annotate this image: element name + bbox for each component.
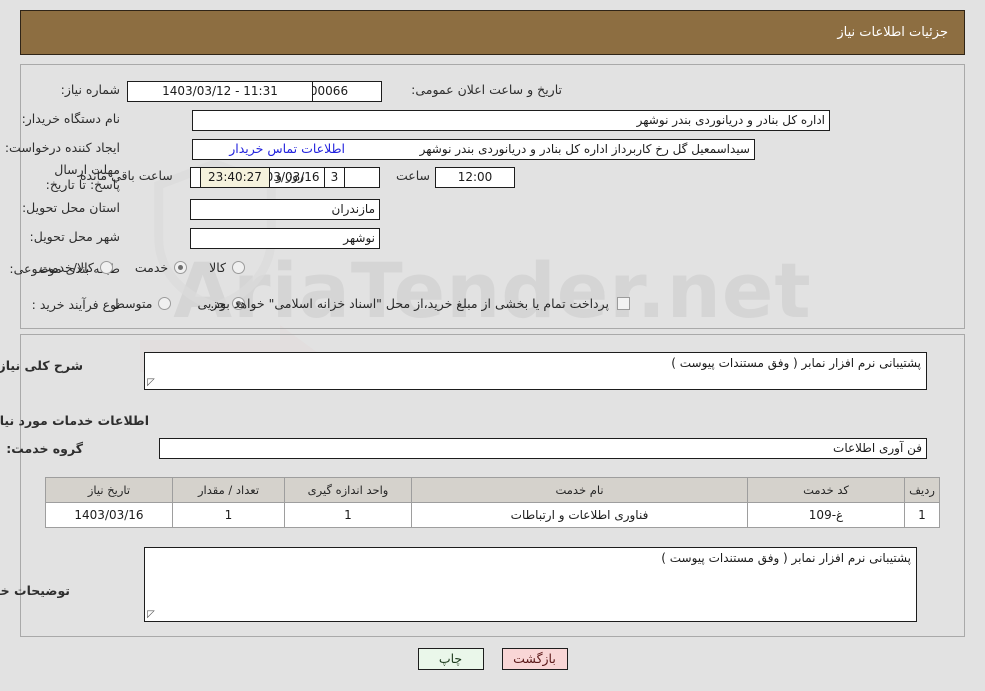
announce-datetime-field-wrap: 1403/03/12 - 11:31 [99,81,313,102]
print-button[interactable]: چاپ [417,648,484,670]
services-table: ردیف کد خدمت نام خدمت واحد اندازه گیری ت… [45,477,940,528]
cell-unit: 1 [284,502,412,528]
announce-datetime-input[interactable]: 1403/03/12 - 11:31 [127,81,313,102]
th-quantity: تعداد / مقدار [172,477,285,503]
table-row: 1 غ-109 فناوری اطلاعات و ارتباطات 1 1 14… [45,502,940,528]
page-root: AriaTender.net جزئیات اطلاعات نیاز شماره… [0,0,985,691]
table-header-row: ردیف کد خدمت نام خدمت واحد اندازه گیری ت… [45,477,940,503]
city-input[interactable]: نوشهر [190,228,380,249]
treasury-text: پرداخت تمام یا بخشی از مبلغ خرید،از محل … [210,296,609,311]
province-input[interactable]: مازندران [190,199,380,220]
category-option-khedmat[interactable]: خدمت [134,260,188,275]
remaining-days-label: روز و [276,168,305,183]
city-label-wrap: شهر محل تحویل: [30,229,120,244]
action-button-bar: بازگشت چاپ [0,648,985,670]
buyer-org-label-wrap: نام دستگاه خریدار: [22,111,120,126]
treasury-checkbox[interactable] [617,297,630,310]
cell-row-no: 1 [904,502,940,528]
deadline-hour-input[interactable]: 12:00 [435,167,515,188]
resize-grip-icon-2[interactable]: ◹ [147,609,157,620]
buyer-org-input[interactable]: اداره کل بنادر و دریانوردی بندر نوشهر [192,110,830,131]
general-desc-value: پشتیبانی نرم افزار نمابر ( وفق مستندات پ… [671,356,921,370]
page-title: جزئیات اطلاعات نیاز [837,25,948,40]
service-group-input[interactable]: فن آوری اطلاعات [159,438,927,459]
radio-kala[interactable] [232,261,245,274]
th-unit: واحد اندازه گیری [284,477,412,503]
general-desc-textarea[interactable]: پشتیبانی نرم افزار نمابر ( وفق مستندات پ… [144,352,927,390]
services-section-title: اطلاعات خدمات مورد نیاز [0,413,149,428]
countdown-label-wrap: ساعت باقي مانده [80,168,173,183]
th-service-code: کد خدمت [747,477,905,503]
province-field-wrap: مازندران [190,199,380,220]
countdown-label: ساعت باقي مانده [80,168,173,183]
announce-datetime-label: تاریخ و ساعت اعلان عمومی: [411,82,562,97]
page-title-bar: جزئیات اطلاعات نیاز [20,10,965,55]
back-button[interactable]: بازگشت [501,648,568,670]
th-row-no: ردیف [904,477,940,503]
deadline-hour-field-wrap: 12:00 [435,167,515,188]
city-label: شهر محل تحویل: [29,229,120,244]
days-label-wrap: روز و [276,168,304,183]
category-option-kala-khedmat[interactable]: کالا/خدمت [39,260,113,275]
buyer-notes-label-wrap: توضیحات خریدار: [0,583,70,598]
days-field-wrap: 3 [324,167,345,188]
deadline-hour-label: ساعت [395,168,430,183]
service-group-label-wrap: گروه خدمت: [6,441,83,456]
process-option-motavaset[interactable]: متوسط [113,296,172,311]
buyer-org-field-wrap: اداره کل بنادر و دریانوردی بندر نوشهر [192,110,830,131]
buyer-notes-textarea[interactable]: پشتیبانی نرم افزار نمابر ( وفق مستندات پ… [144,547,917,622]
countdown-timer: 23:40:27 [200,167,270,188]
contact-link-wrap: اطلاعات تماس خریدار [229,141,345,156]
radio-kala-khedmat[interactable] [99,261,113,274]
process-option-label-1: متوسط [113,296,153,311]
city-field-wrap: نوشهر [190,228,380,249]
service-group-label: گروه خدمت: [6,441,83,456]
radio-khedmat[interactable] [174,261,188,274]
buyer-org-label: نام دستگاه خریدار: [21,111,120,126]
need-info-panel [20,64,965,329]
cell-need-date: 1403/03/16 [45,502,173,528]
general-desc-label: شرح کلی نیاز: [0,358,83,373]
remaining-days-input[interactable]: 3 [324,167,345,188]
category-option-label-2: کالا/خدمت [39,260,94,275]
countdown-field-wrap: 23:40:27 [200,167,270,188]
resize-grip-icon[interactable]: ◹ [147,377,157,388]
announce-datetime-label-wrap: تاریخ و ساعت اعلان عمومی: [411,82,562,97]
category-option-label-0: کالا [209,260,226,275]
creator-label: ایجاد کننده درخواست: [4,140,120,155]
deadline-hour-label-wrap: ساعت [396,168,430,183]
category-option-kala[interactable]: کالا [209,260,245,275]
general-desc-label-wrap: شرح کلی نیاز: [0,358,83,373]
category-radio-group: کالا خدمت کالا/خدمت [39,260,245,275]
buyer-notes-label: توضیحات خریدار: [0,583,70,598]
province-label-wrap: استان محل تحویل: [22,200,120,215]
province-label: استان محل تحویل: [21,200,120,215]
cell-service-name: فناوری اطلاعات و ارتباطات [411,502,748,528]
th-service-name: نام خدمت [411,477,748,503]
buyer-notes-value: پشتیبانی نرم افزار نمابر ( وفق مستندات پ… [661,551,911,565]
radio-motavaset[interactable] [158,297,172,310]
treasury-checkbox-wrap: پرداخت تمام یا بخشی از مبلغ خرید،از محل … [210,296,630,311]
th-need-date: تاریخ نیاز [45,477,173,503]
service-group-field-wrap: فن آوری اطلاعات [159,438,927,459]
buyer-contact-link[interactable]: اطلاعات تماس خریدار [229,141,345,156]
process-label-wrap: نوع فرآیند خرید : [32,297,120,312]
category-option-label-1: خدمت [134,260,169,275]
process-label: نوع فرآیند خرید : [31,297,120,312]
cell-quantity: 1 [172,502,285,528]
services-section-title-wrap: اطلاعات خدمات مورد نیاز [0,413,149,428]
creator-label-wrap: ایجاد کننده درخواست: [5,140,120,155]
cell-service-code: غ-109 [747,502,905,528]
